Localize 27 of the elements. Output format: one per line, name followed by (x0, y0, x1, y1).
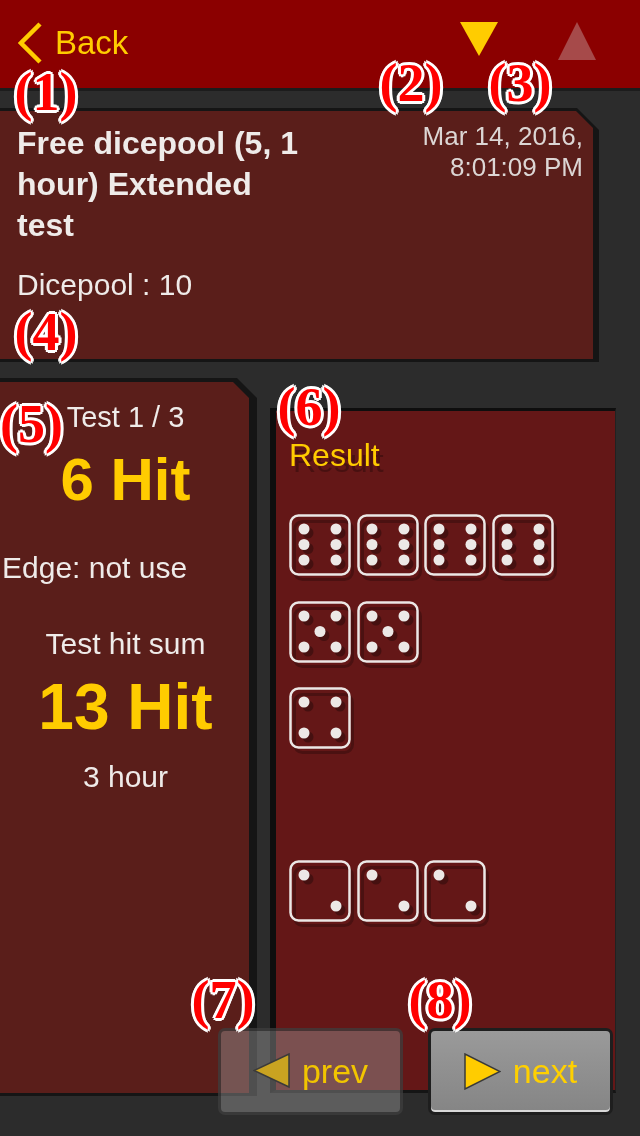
timestamp: Mar 14, 2016, 8:01:09 PM (421, 121, 583, 183)
die-six-icon (491, 514, 558, 582)
die-two-icon (289, 860, 355, 928)
die-two-icon (424, 860, 490, 928)
edge-status: Edge: not use (2, 550, 188, 586)
back-button[interactable]: Back (18, 22, 129, 64)
dicepool-label: Dicepool : 10 (17, 267, 193, 303)
down-arrow-button[interactable] (460, 22, 498, 56)
test-number: Test 1 / 3 (66, 400, 185, 435)
hit-sum-label: Test hit sum (45, 626, 206, 662)
die-four-icon (289, 687, 355, 755)
die-six-icon (356, 514, 423, 582)
die-six-icon (289, 514, 355, 582)
triangle-left-icon (252, 1053, 290, 1090)
triangle-down-icon (460, 22, 498, 56)
test-title: Free dicepool (5, 1 hour) Extended test (17, 124, 299, 245)
hit-sum: 13 Hit (38, 672, 213, 742)
hit-count: 6 Hit (60, 451, 191, 509)
die-five-icon (356, 600, 423, 669)
die-six-icon (424, 514, 490, 582)
die-two-icon (356, 860, 423, 928)
die-five-icon (289, 600, 355, 669)
triangle-up-icon (558, 22, 596, 60)
duration: 3 hour (82, 759, 169, 795)
result-title: Result (289, 437, 380, 474)
triangle-right-icon (463, 1053, 501, 1090)
chevron-left-icon (18, 22, 42, 64)
